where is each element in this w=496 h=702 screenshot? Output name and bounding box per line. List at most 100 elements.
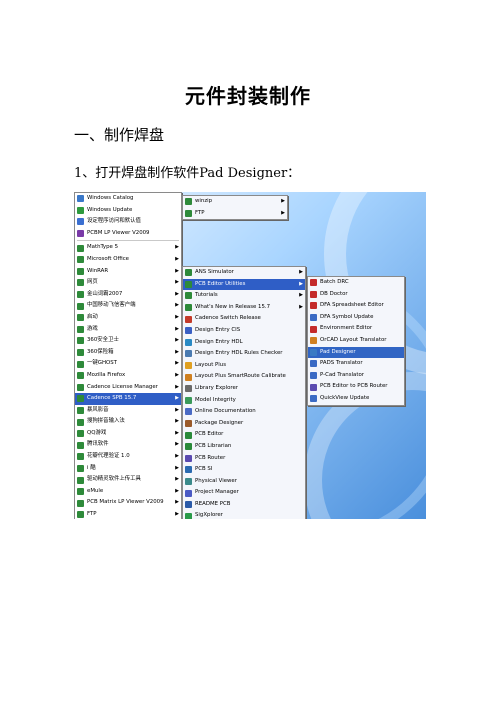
menu-item-tutorials[interactable]: Tutorials ▶ <box>183 290 305 302</box>
menu-item-pcb-matrix-lp-viewer-v2009[interactable]: PCB Matrix LP Viewer V2009 ▶ <box>75 497 181 509</box>
menu-item-label: 游戏 <box>87 325 98 332</box>
menu-item-pcbm-lp-viewer-v2009[interactable]: PCBM LP Viewer V2009 <box>75 228 181 240</box>
menu-item-windows-catalog[interactable]: Windows Catalog <box>75 193 181 205</box>
menu-item-what-s-new-in-release-15-7[interactable]: What's New in Release 15.7 ▶ <box>183 302 305 314</box>
start-menu: Windows Catalog Windows Update 设定程序访问和默认值 P… <box>74 192 182 519</box>
menu-item-1-0[interactable]: 花瓣代理验证 1.0 ▶ <box>75 451 181 463</box>
menu-item-pcb-editor-utilities[interactable]: PCB Editor Utilities ▶ <box>183 278 305 291</box>
menu-item-7[interactable]: 游戏 ▶ <box>75 324 181 336</box>
menu-item-label: Layout Plus <box>195 361 227 368</box>
menu-item-label: Package Designer <box>195 419 244 426</box>
submenu-arrow-icon: ▶ <box>175 499 179 506</box>
menu-item-pad-designer[interactable]: Pad Designer <box>308 346 404 359</box>
menu-item-20[interactable]: 驱动精灵软件上传工具 ▶ <box>75 474 181 486</box>
menu-item-physical-viewer[interactable]: Physical Viewer <box>183 476 305 488</box>
document-title: 元件封装制作 <box>185 84 311 108</box>
menu-item-label: Online Documentation <box>195 408 256 415</box>
menu-item-ghost[interactable]: 一键GHOST ▶ <box>75 358 181 370</box>
submenu-arrow-icon: ▶ <box>175 290 179 297</box>
menu-item-label: i 酷 <box>87 464 96 471</box>
menu-item-label: 网页 <box>87 279 98 286</box>
menu-item-ftp[interactable]: FTP ▶ <box>183 208 287 220</box>
menu-item-i[interactable]: i 酷 ▶ <box>75 463 181 475</box>
submenu-arrow-icon: ▶ <box>175 464 179 471</box>
menu-item-2[interactable]: 设定程序访问和默认值 <box>75 216 181 228</box>
submenu-arrow-icon: ▶ <box>299 269 303 275</box>
menu-item-winzip[interactable]: winzip ▶ <box>183 196 287 208</box>
submenu-arrow-icon: ▶ <box>175 302 179 309</box>
menu-item-17[interactable]: 腾讯软件 ▶ <box>75 439 181 451</box>
menu-item-3[interactable]: 网页 ▶ <box>75 277 181 289</box>
quickview-icon <box>310 395 317 403</box>
menu-item-layout-plus-smartroute-calibrate[interactable]: Layout Plus SmartRoute Calibrate <box>183 371 305 383</box>
menu-item-5[interactable]: 中国移动飞信客户端 ▶ <box>75 300 181 312</box>
submenu-arrow-icon: ▶ <box>175 360 179 367</box>
menu-item-ans-simulator[interactable]: ANS Simulator ▶ <box>183 267 305 279</box>
menu-item-ftp[interactable]: FTP ▶ <box>75 509 181 519</box>
program-folder-icon <box>77 511 84 519</box>
menu-item-qq[interactable]: QQ游戏 ▶ <box>75 428 181 440</box>
menu-item-readme-pcb[interactable]: README PCB <box>183 499 305 511</box>
menu-item-label: 设定程序访问和默认值 <box>87 218 141 225</box>
program-folder-icon <box>77 325 84 333</box>
program-folder-icon <box>77 430 84 438</box>
menu-item-sigxplorer[interactable]: SigXplorer <box>183 510 305 519</box>
menu-item-windows-update[interactable]: Windows Update <box>75 205 181 217</box>
menu-item-pcb-editor-to-pcb-router[interactable]: PCB Editor to PCB Router <box>308 381 404 393</box>
submenu-arrow-icon: ▶ <box>175 348 179 355</box>
menu-item-emule[interactable]: eMule ▶ <box>75 486 181 498</box>
menu-item-winrar[interactable]: WinRAR ▶ <box>75 266 181 278</box>
pcb-icon <box>185 443 192 451</box>
viewer-icon <box>185 477 192 485</box>
menu-item-microsoft-office[interactable]: Microsoft Office ▶ <box>75 254 181 266</box>
menu-item-label: 搜狗拼音输入法 <box>87 418 125 425</box>
menu-item-design-entry-cis[interactable]: Design Entry CIS <box>183 325 305 337</box>
menu-item-db-doctor[interactable]: DB Doctor <box>308 289 404 301</box>
step-text: 1、打开焊盘制作软件Pad Designer： <box>74 166 301 181</box>
menu-item-label: README PCB <box>195 500 231 507</box>
translator-icon <box>310 372 317 380</box>
menu-item-360[interactable]: 360安全卫士 ▶ <box>75 335 181 347</box>
menu-item-quickview-update[interactable]: QuickView Update <box>308 393 404 405</box>
menu-item-pcb-editor[interactable]: PCB Editor <box>183 429 305 441</box>
menu-item-pcb-router[interactable]: PCB Router <box>183 453 305 465</box>
program-folder-icon <box>77 464 84 472</box>
menu-item-online-documentation[interactable]: Online Documentation <box>183 406 305 418</box>
update-icon <box>77 206 84 214</box>
menu-item-dfa-symbol-update[interactable]: DFA Symbol Update <box>308 312 404 324</box>
menu-item-360[interactable]: 360保险箱 ▶ <box>75 347 181 359</box>
menu-item-2007[interactable]: 金山词霸2007 ▶ <box>75 289 181 301</box>
menu-item-project-manager[interactable]: Project Manager <box>183 487 305 499</box>
submenu-arrow-icon: ▶ <box>175 453 179 460</box>
menu-item-mozilla-firefox[interactable]: Mozilla Firefox ▶ <box>75 370 181 382</box>
submenu-arrow-icon: ▶ <box>281 198 285 204</box>
menu-item-pads-translator[interactable]: PADS Translator <box>308 358 404 370</box>
menu-item-cadence-switch-release[interactable]: Cadence Switch Release <box>183 313 305 325</box>
section-heading: 一、制作焊盘 <box>74 126 165 144</box>
menu-item-p-cad-translator[interactable]: P-Cad Translator <box>308 370 404 382</box>
menu-item-mathtype-5[interactable]: MathType 5 ▶ <box>75 242 181 254</box>
menu-item-6[interactable]: 启动 ▶ <box>75 312 181 324</box>
menu-item-label: What's New in Release 15.7 <box>195 303 271 310</box>
menu-item-environment-editor[interactable]: Environment Editor <box>308 323 404 335</box>
menu-item-cadence-spb-15-7[interactable]: Cadence SPB 15.7 ▶ <box>75 393 181 405</box>
start-menu-programs: MathType 5 ▶ Microsoft Office ▶ WinRAR ▶ 网页 ▶ 金山… <box>75 242 181 519</box>
submenu-arrow-icon: ▶ <box>175 371 179 378</box>
symbol-icon <box>310 314 317 322</box>
menu-item-design-entry-hdl[interactable]: Design Entry HDL <box>183 337 305 349</box>
si-icon <box>185 466 192 474</box>
menu-item-batch-drc[interactable]: Batch DRC <box>308 277 404 289</box>
menu-item-14[interactable]: 暴风影音 ▶ <box>75 405 181 417</box>
menu-item-pcb-librarian[interactable]: PCB Librarian <box>183 441 305 453</box>
menu-item-15[interactable]: 搜狗拼音输入法 ▶ <box>75 416 181 428</box>
menu-item-layout-plus[interactable]: Layout Plus <box>183 360 305 372</box>
menu-item-dfa-spreadsheet-editor[interactable]: DFA Spreadsheet Editor <box>308 300 404 312</box>
menu-item-orcad-layout-translator[interactable]: OrCAD Layout Translator <box>308 335 404 347</box>
menu-item-pcb-si[interactable]: PCB SI <box>183 464 305 476</box>
menu-item-design-entry-hdl-rules-checker[interactable]: Design Entry HDL Rules Checker <box>183 348 305 360</box>
menu-item-library-explorer[interactable]: Library Explorer <box>183 383 305 395</box>
menu-item-cadence-license-manager[interactable]: Cadence License Manager ▶ <box>75 382 181 394</box>
menu-item-package-designer[interactable]: Package Designer <box>183 418 305 430</box>
menu-item-model-integrity[interactable]: Model Integrity <box>183 395 305 407</box>
hdl-icon <box>185 338 192 346</box>
